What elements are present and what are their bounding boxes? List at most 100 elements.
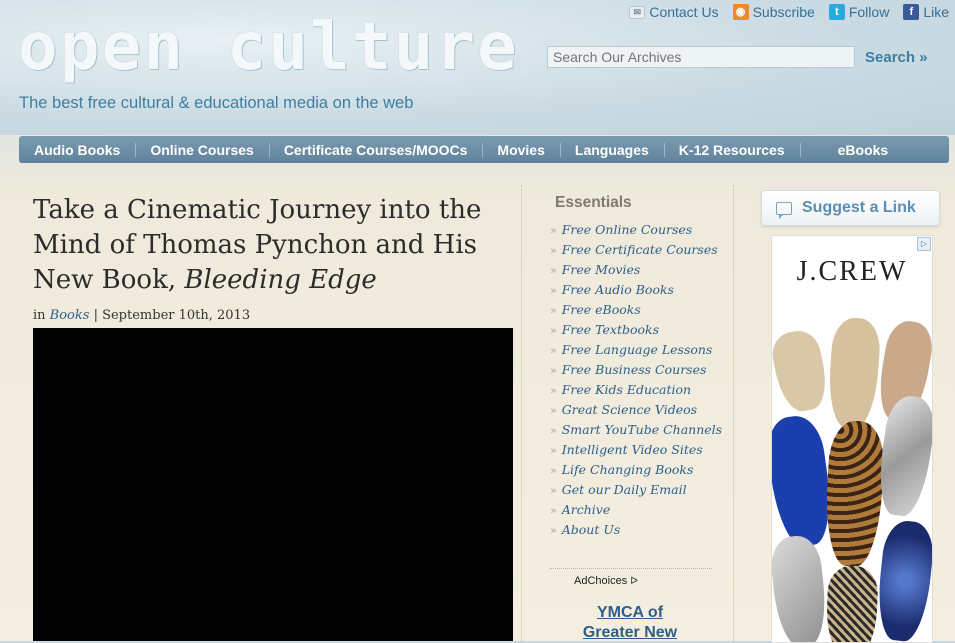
essentials-title: Essentials	[555, 194, 632, 211]
nav-languages[interactable]: Languages	[559, 142, 664, 158]
bullet-icon: »	[550, 384, 557, 397]
adchoices-label: AdChoices	[574, 575, 628, 587]
nav-movies[interactable]: Movies	[482, 142, 559, 158]
essentials-item[interactable]: » Free Audio Books	[550, 281, 722, 301]
bullet-icon: »	[550, 264, 557, 277]
like-label: Like	[923, 4, 949, 20]
ymca-ad-link[interactable]: YMCA of Greater New	[570, 603, 690, 643]
essentials-item[interactable]: » Intelligent Video Sites	[550, 441, 722, 461]
article-meta: in Books | September 10th, 2013	[33, 308, 250, 323]
essentials-item-label: Smart YouTube Channels	[561, 422, 723, 437]
shoe-image	[873, 393, 932, 519]
twitter-icon: t	[828, 4, 845, 20]
essentials-item[interactable]: » Free Business Courses	[550, 361, 722, 381]
site-logo[interactable]: open culture	[18, 14, 519, 80]
nav-audio-books[interactable]: Audio Books	[19, 142, 135, 158]
essentials-item-label: About Us	[561, 522, 621, 537]
essentials-item[interactable]: » Free Certificate Courses	[550, 241, 722, 261]
ad-brand: J.CREW	[796, 256, 908, 287]
essentials-item-label: Life Changing Books	[561, 462, 694, 477]
mail-icon: ✉	[629, 5, 646, 19]
bullet-icon: »	[550, 504, 557, 517]
essentials-list: » Free Online Courses » Free Certificate C…	[550, 221, 722, 541]
essentials-item[interactable]: » Free Movies	[550, 261, 722, 281]
essentials-item-label: Free Business Courses	[561, 362, 707, 377]
column-divider	[521, 185, 522, 641]
article-title-italic: Bleeding Edge	[184, 265, 377, 295]
contact-us-link[interactable]: ✉ Contact Us	[629, 4, 719, 20]
category-link[interactable]: Books	[50, 308, 90, 323]
essentials-item[interactable]: » Free Textbooks	[550, 321, 722, 341]
essentials-item[interactable]: » Smart YouTube Channels	[550, 421, 722, 441]
column-divider	[733, 185, 734, 641]
article-title[interactable]: Take a Cinematic Journey into the Mind o…	[33, 193, 503, 298]
essentials-item-label: Free Online Courses	[561, 222, 693, 237]
shoe-image	[772, 533, 830, 642]
essentials-item-label: Free Movies	[561, 262, 641, 277]
essentials-item-label: Great Science Videos	[561, 402, 698, 417]
adchoices-icon: ᐅ	[630, 575, 638, 587]
bullet-icon: »	[550, 364, 557, 377]
main-nav: Audio Books Online Courses Certificate C…	[19, 136, 949, 163]
bullet-icon: »	[550, 344, 557, 357]
bullet-icon: »	[550, 484, 557, 497]
essentials-item[interactable]: » Life Changing Books	[550, 461, 722, 481]
essentials-item[interactable]: » Archive	[550, 501, 722, 521]
bullet-icon: »	[550, 444, 557, 457]
article-date: | September 10th, 2013	[89, 308, 251, 323]
essentials-item[interactable]: » Free Online Courses	[550, 221, 722, 241]
video-player[interactable]	[33, 328, 513, 641]
essentials-item-label: Free Kids Education	[561, 382, 692, 397]
site-tagline: The best free cultural & educational med…	[19, 94, 414, 112]
essentials-item[interactable]: » Free Kids Education	[550, 381, 722, 401]
bullet-icon: »	[550, 304, 557, 317]
site-header: open culture The best free cultural & ed…	[0, 0, 955, 135]
search-button[interactable]: Search »	[865, 49, 928, 66]
nav-online-courses[interactable]: Online Courses	[135, 142, 268, 158]
essentials-item-label: Intelligent Video Sites	[561, 442, 703, 457]
bullet-icon: »	[550, 404, 557, 417]
ad-info-icon[interactable]: ▷	[917, 237, 931, 251]
meta-prefix: in	[33, 308, 50, 323]
nav-certificate-courses[interactable]: Certificate Courses/MOOCs	[268, 142, 483, 158]
essentials-item[interactable]: » About Us	[550, 521, 722, 541]
shoe-image	[825, 565, 879, 642]
essentials-separator	[550, 568, 712, 569]
essentials-item-label: Free eBooks	[561, 302, 641, 317]
adchoices-link[interactable]: AdChoices ᐅ	[574, 575, 638, 587]
search-input[interactable]	[547, 46, 855, 68]
social-links: ✉ Contact Us ◉ Subscribe t Follow f Like	[629, 4, 949, 20]
bullet-icon: »	[550, 244, 557, 257]
subscribe-label: Subscribe	[752, 4, 815, 20]
shoe-image	[873, 518, 932, 642]
speech-bubble-icon	[776, 201, 792, 219]
jcrew-ad[interactable]: ▷ J.CREW	[771, 235, 933, 643]
shoe-image	[823, 419, 886, 568]
essentials-item-label: Free Certificate Courses	[561, 242, 718, 257]
nav-ebooks[interactable]: eBooks	[799, 142, 904, 158]
essentials-item-label: Free Textbooks	[561, 322, 660, 337]
facebook-icon: f	[903, 4, 920, 20]
bullet-icon: »	[550, 324, 557, 337]
bullet-icon: »	[550, 224, 557, 237]
essentials-item[interactable]: » Get our Daily Email	[550, 481, 722, 501]
subscribe-link[interactable]: ◉ Subscribe	[732, 4, 815, 20]
essentials-item-label: Get our Daily Email	[561, 482, 687, 497]
essentials-item-label: Free Language Lessons	[561, 342, 713, 357]
suggest-link-label: Suggest a Link	[802, 199, 916, 216]
essentials-item[interactable]: » Free eBooks	[550, 301, 722, 321]
suggest-link-button[interactable]: Suggest a Link	[761, 190, 940, 226]
essentials-item[interactable]: » Free Language Lessons	[550, 341, 722, 361]
shoe-image	[826, 316, 882, 430]
contact-us-label: Contact Us	[649, 4, 719, 20]
essentials-item-label: Archive	[561, 502, 611, 517]
follow-link[interactable]: t Follow	[828, 4, 889, 20]
shoe-image	[772, 326, 832, 416]
bullet-icon: »	[550, 424, 557, 437]
like-link[interactable]: f Like	[903, 4, 949, 20]
essentials-item[interactable]: » Great Science Videos	[550, 401, 722, 421]
essentials-item-label: Free Audio Books	[561, 282, 674, 297]
nav-k12-resources[interactable]: K-12 Resources	[663, 142, 800, 158]
bullet-icon: »	[550, 464, 557, 477]
bullet-icon: »	[550, 284, 557, 297]
